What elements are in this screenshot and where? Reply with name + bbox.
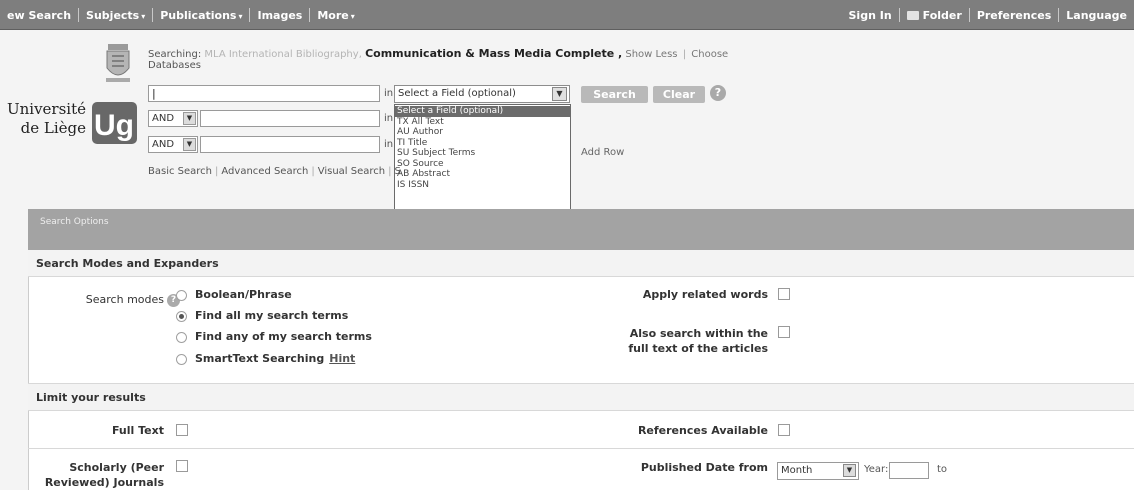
search-options-header[interactable]: Search Options	[28, 209, 1134, 250]
full-text-label: Full Text	[111, 424, 164, 437]
visual-search-link[interactable]: Visual Search	[318, 166, 385, 177]
add-row-link[interactable]: Add Row	[581, 147, 624, 158]
chevron-down-icon: ▾	[238, 11, 243, 21]
advanced-search-link[interactable]: Advanced Search	[221, 166, 308, 177]
divider	[28, 276, 1134, 277]
search-history-link[interactable]: S	[394, 166, 400, 177]
boolean-phrase-label: Boolean/Phrase	[195, 288, 292, 301]
references-available-checkbox[interactable]	[778, 424, 790, 436]
in-label: in	[384, 88, 394, 99]
boolean-operator-select[interactable]: AND ▼	[148, 110, 198, 127]
hint-link[interactable]: Hint	[329, 352, 355, 365]
limit-results-section-title: Limit your results	[36, 391, 146, 404]
in-label: in	[384, 113, 394, 124]
apply-related-words-label: Apply related words	[642, 288, 768, 301]
divider	[28, 410, 1134, 411]
references-available-label: References Available	[637, 424, 768, 437]
field-option[interactable]: AU Author	[395, 127, 570, 138]
published-year-input[interactable]	[889, 462, 929, 479]
field-option[interactable]: TI Title	[395, 138, 570, 149]
chevron-down-icon: ▼	[183, 112, 196, 125]
database-name: Communication & Mass Media Complete ,	[365, 47, 623, 60]
preferences-link[interactable]: Preferences	[970, 9, 1058, 22]
scholarly-journals-checkbox[interactable]	[176, 460, 188, 472]
published-date-label: Published Date from	[640, 461, 768, 474]
apply-related-words-checkbox[interactable]	[778, 288, 790, 300]
published-month-select[interactable]: Month ▼	[777, 462, 859, 480]
chevron-down-icon: ▼	[552, 87, 567, 101]
basic-search-link[interactable]: Basic Search	[148, 166, 212, 177]
smarttext-radio[interactable]	[176, 354, 187, 365]
nav-new-search[interactable]: ew Search	[0, 9, 78, 22]
search-input[interactable]	[200, 136, 380, 153]
find-all-terms-radio[interactable]	[176, 311, 187, 322]
search-button[interactable]: Search	[581, 86, 648, 103]
field-option[interactable]: IS ISSN	[395, 180, 570, 191]
also-search-fulltext-checkbox[interactable]	[778, 326, 790, 338]
chevron-down-icon: ▼	[183, 138, 196, 151]
field-option[interactable]: AB Abstract	[395, 169, 570, 180]
boolean-phrase-radio[interactable]	[176, 290, 187, 301]
chevron-down-icon: ▾	[350, 11, 355, 21]
field-option[interactable]: SU Subject Terms	[395, 148, 570, 159]
section-band	[28, 384, 1134, 410]
choose-databases-link-cont[interactable]: Databases	[148, 60, 201, 71]
year-label: Year:	[864, 464, 889, 475]
search-options-panel	[28, 250, 1134, 490]
field-option[interactable]: Select a Field (optional)	[395, 106, 570, 117]
field-select-dropdown: Select a Field (optional) TX All Text AU…	[394, 104, 571, 211]
full-text-checkbox[interactable]	[176, 424, 188, 436]
search-modes-label: Search modes?	[40, 293, 180, 307]
database-name: MLA International Bibliography,	[204, 49, 362, 60]
search-modes-section-title: Search Modes and Expanders	[36, 257, 219, 270]
find-all-terms-label: Find all my search terms	[195, 309, 349, 322]
field-option[interactable]: SO Source	[395, 159, 570, 170]
top-nav-right: Sign In Folder Preferences Language	[842, 0, 1134, 30]
nav-images[interactable]: Images	[250, 9, 309, 22]
clear-button[interactable]: Clear	[653, 86, 705, 103]
also-search-fulltext-label: Also search within the full text of the …	[628, 327, 768, 355]
boolean-operator-select[interactable]: AND ▼	[148, 136, 198, 153]
university-logo-mark: Ug	[92, 102, 137, 144]
chevron-down-icon: ▼	[843, 464, 856, 477]
searching-databases-line: Searching: MLA International Bibliograph…	[148, 47, 729, 60]
find-any-terms-radio[interactable]	[176, 332, 187, 343]
nav-publications-menu[interactable]: Publications ▾	[153, 9, 249, 22]
folder-icon	[906, 11, 919, 20]
choose-databases-link[interactable]: Choose	[691, 49, 728, 60]
field-option[interactable]: TX All Text	[395, 117, 570, 128]
to-label: to	[937, 464, 948, 475]
divider	[28, 448, 1134, 449]
help-icon[interactable]: ?	[710, 85, 726, 101]
search-options-title: Search Options	[40, 217, 109, 227]
search-input[interactable]	[200, 110, 380, 127]
languages-menu[interactable]: Language	[1059, 9, 1134, 22]
university-crest-icon	[106, 44, 130, 82]
scholarly-journals-label: Scholarly (Peer Reviewed) Journals	[44, 461, 164, 489]
searching-label: Searching:	[148, 49, 202, 60]
nav-more-menu[interactable]: More ▾	[310, 9, 361, 22]
find-any-terms-label: Find any of my search terms	[195, 330, 372, 343]
show-less-link[interactable]: Show Less	[625, 49, 677, 60]
field-select[interactable]: Select a Field (optional) ▼	[394, 85, 570, 103]
svg-text:Ug: Ug	[94, 109, 134, 142]
top-navigation-bar: ew Search Subjects ▾ Publications ▾ Images…	[0, 0, 1134, 30]
smarttext-label: SmartText Searching Hint	[195, 352, 356, 365]
folder-link[interactable]: Folder	[900, 9, 969, 22]
sign-in-link[interactable]: Sign In	[842, 9, 899, 22]
university-logo-text: Université de Liège	[6, 100, 86, 137]
search-input[interactable]: |	[148, 85, 380, 102]
chevron-down-icon: ▾	[141, 11, 146, 21]
nav-subjects-menu[interactable]: Subjects ▾	[79, 9, 152, 22]
top-nav-left: ew Search Subjects ▾ Publications ▾ Images…	[0, 0, 362, 30]
in-label: in	[384, 139, 394, 150]
search-type-links: Basic Search | Advanced Search | Visual Sear…	[148, 166, 401, 177]
